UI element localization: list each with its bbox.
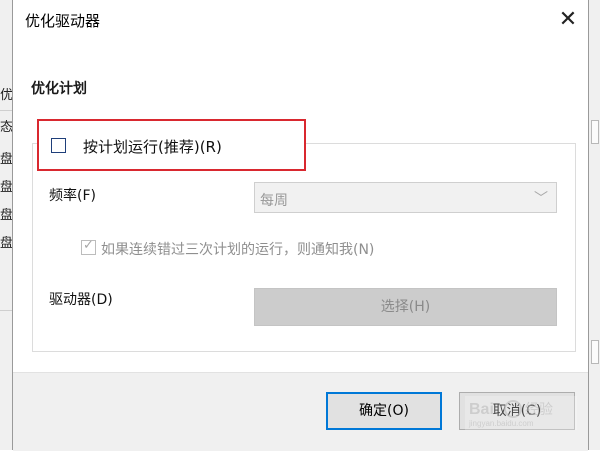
run-on-schedule-checkbox[interactable] bbox=[51, 138, 66, 153]
notify-checkbox[interactable]: ✓ bbox=[81, 238, 96, 255]
cancel-button[interactable]: 取消(C) bbox=[459, 392, 575, 430]
background-fragment: 盘 bbox=[0, 208, 12, 223]
frequency-label: 频率(F) bbox=[49, 188, 96, 204]
background-right-strip bbox=[588, 0, 600, 450]
frequency-select[interactable]: 每周 ﹀ bbox=[254, 182, 557, 213]
drives-label: 驱动器(D) bbox=[49, 292, 113, 308]
background-fragment: 态 bbox=[0, 120, 12, 135]
chevron-down-icon: ﹀ bbox=[534, 191, 548, 207]
ok-button[interactable]: 确定(O) bbox=[326, 392, 442, 430]
background-fragment: 盘 bbox=[0, 180, 12, 195]
choose-drives-button[interactable]: 选择(H) bbox=[254, 288, 557, 326]
background-fragment: 优 bbox=[0, 88, 12, 103]
background-scroll-element bbox=[591, 340, 599, 364]
background-fragment: 盘 bbox=[0, 152, 12, 167]
checkmark-icon: ✓ bbox=[83, 238, 94, 253]
dialog-title: 优化驱动器 bbox=[25, 12, 101, 30]
optimize-drives-dialog: 优化驱动器 ✕ 优化计划 按计划运行(推荐)(R) 频率(F) 每周 ﹀ ✓ 如… bbox=[12, 0, 589, 451]
title-bar: 优化驱动器 ✕ bbox=[13, 0, 588, 40]
section-title: 优化计划 bbox=[31, 81, 87, 97]
background-scroll-element bbox=[591, 120, 599, 144]
notify-label: 如果连续错过三次计划的运行，则通知我(N) bbox=[101, 242, 375, 258]
background-fragment: 盘 bbox=[0, 236, 12, 251]
close-button[interactable]: ✕ bbox=[548, 0, 588, 40]
close-icon: ✕ bbox=[558, 7, 578, 32]
run-on-schedule-label[interactable]: 按计划运行(推荐)(R) bbox=[83, 136, 222, 157]
frequency-value: 每周 bbox=[260, 193, 288, 209]
